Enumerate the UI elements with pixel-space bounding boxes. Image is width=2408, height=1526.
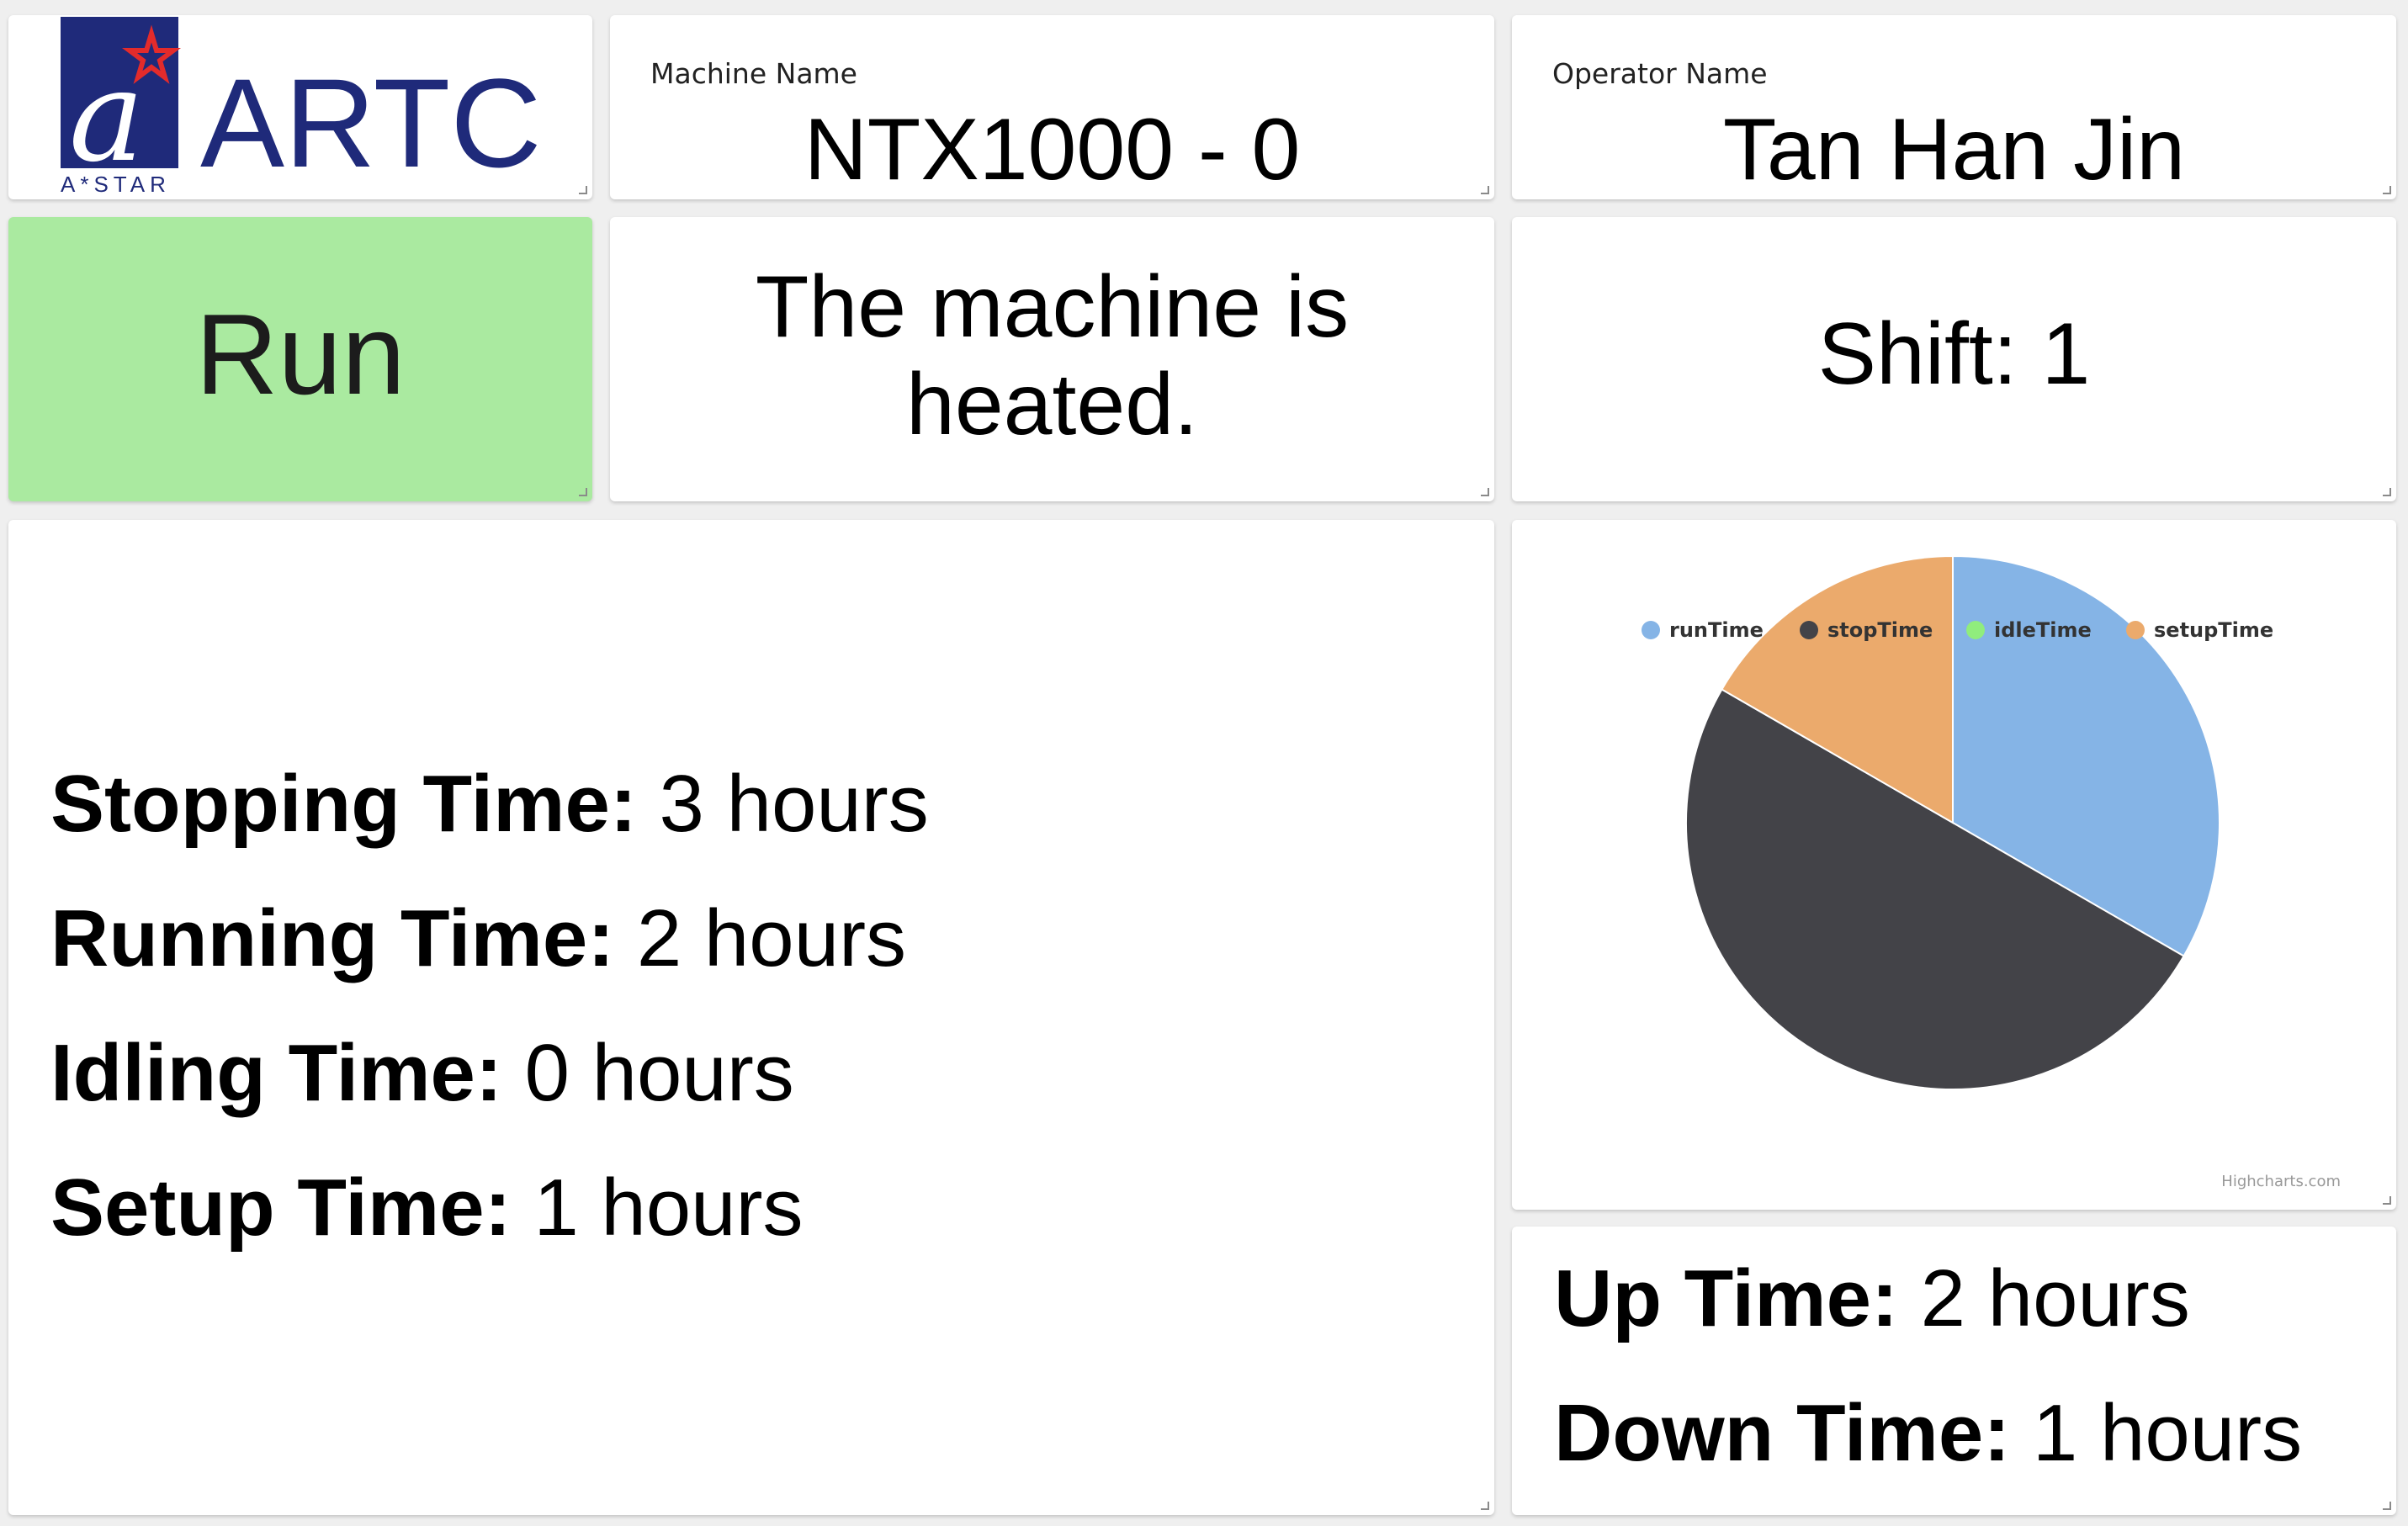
logo-name: ARTC — [200, 52, 542, 193]
running-time: Running Time: 2 hours — [50, 898, 929, 979]
legend-item-runTime[interactable]: runTime — [1642, 618, 1764, 642]
idling-time-value: 0 hours — [524, 1028, 794, 1118]
resize-handle[interactable] — [2383, 1502, 2391, 1510]
resize-handle[interactable] — [2383, 488, 2391, 496]
updown-card: Up Time: 2 hours Down Time: 1 hours — [1512, 1227, 2396, 1515]
legend-label: stopTime — [1827, 618, 1933, 642]
svg-text:a: a — [69, 44, 144, 190]
resize-handle[interactable] — [579, 488, 587, 496]
resize-handle[interactable] — [2383, 1196, 2391, 1205]
resize-handle[interactable] — [579, 186, 587, 194]
artc-logo: a ARTC A*STAR — [61, 17, 542, 197]
shift-text: Shift: 1 — [1817, 305, 2091, 403]
down-time-value: 1 hours — [2032, 1388, 2303, 1478]
legend-item-setupTime[interactable]: setupTime — [2126, 618, 2273, 642]
legend-marker — [1642, 621, 1660, 639]
operator-name-value: Tan Han Jin — [1722, 101, 2186, 199]
machine-name-card: Machine Name NTX1000 - 0 — [610, 15, 1494, 199]
machine-name-value: NTX1000 - 0 — [804, 101, 1301, 199]
message-line-1: The machine is — [755, 257, 1350, 356]
legend-label: setupTime — [2154, 618, 2273, 642]
stopping-time-value: 3 hours — [659, 759, 929, 849]
chart-credit-link[interactable]: Highcharts.com — [2221, 1173, 2341, 1190]
setup-time-value: 1 hours — [533, 1163, 804, 1253]
status-text: Run — [195, 290, 406, 418]
down-time-label: Down Time: — [1554, 1388, 2011, 1478]
legend-label: idleTime — [1994, 618, 2092, 642]
stopping-time: Stopping Time: 3 hours — [50, 764, 929, 845]
resize-handle[interactable] — [1481, 1502, 1489, 1510]
message-line-2: heated. — [906, 356, 1198, 453]
message-card: The machine is heated. — [610, 217, 1494, 501]
times-card: Stopping Time: 3 hours Running Time: 2 h… — [8, 520, 1494, 1515]
resize-handle[interactable] — [1481, 186, 1489, 194]
up-time: Up Time: 2 hours — [1554, 1258, 2302, 1339]
pie-chart: runTime stopTime idleTime setupTime Highcha… — [1642, 554, 2341, 1190]
running-time-label: Running Time: — [50, 893, 615, 983]
legend-marker — [2126, 621, 2145, 639]
status-card: Run — [8, 217, 592, 501]
stopping-time-label: Stopping Time: — [50, 759, 637, 849]
setup-time: Setup Time: 1 hours — [50, 1168, 929, 1248]
machine-name-label: Machine Name — [650, 57, 857, 90]
running-time-value: 2 hours — [636, 893, 907, 983]
legend-label: runTime — [1669, 618, 1764, 642]
pie-chart-card: runTime stopTime idleTime setupTime Highcha… — [1512, 520, 2396, 1210]
up-time-label: Up Time: — [1554, 1253, 1898, 1343]
operator-name-label: Operator Name — [1552, 57, 1768, 90]
down-time: Down Time: 1 hours — [1554, 1393, 2302, 1474]
shift-card: Shift: 1 — [1512, 217, 2396, 501]
idling-time-label: Idling Time: — [50, 1028, 502, 1118]
setup-time-label: Setup Time: — [50, 1163, 512, 1253]
logo-sub: A*STAR — [61, 172, 171, 197]
legend-marker — [1966, 621, 1985, 639]
resize-handle[interactable] — [2383, 186, 2391, 194]
legend-marker — [1800, 621, 1818, 639]
up-time-value: 2 hours — [1920, 1253, 2190, 1343]
operator-name-card: Operator Name Tan Han Jin — [1512, 15, 2396, 199]
resize-handle[interactable] — [1481, 488, 1489, 496]
logo-card: a ARTC A*STAR — [8, 15, 592, 199]
idling-time: Idling Time: 0 hours — [50, 1033, 929, 1114]
